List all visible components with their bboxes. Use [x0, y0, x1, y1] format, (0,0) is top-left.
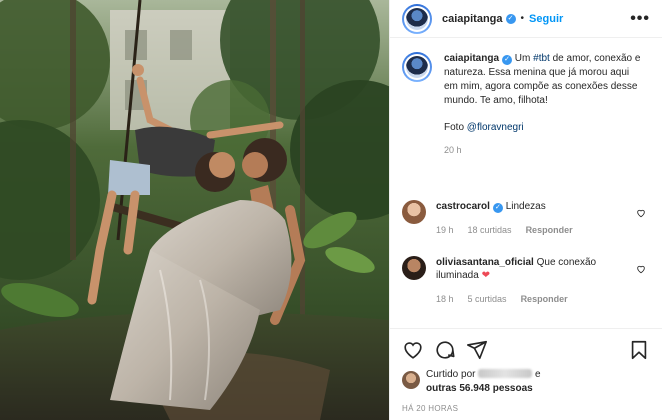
hashtag-link[interactable]: #tbt — [533, 53, 550, 64]
mention-link[interactable]: @floravnegri — [467, 122, 524, 133]
verified-icon: ✓ — [502, 55, 513, 65]
photo-illustration — [0, 0, 389, 420]
verified-icon: ✓ — [492, 203, 503, 213]
liker-avatar[interactable] — [402, 371, 420, 389]
heart-icon[interactable] — [402, 339, 424, 361]
likes-count[interactable]: outras 56.948 pessoas — [426, 383, 533, 394]
comment-time: 18 h — [436, 294, 454, 304]
commenter-avatar[interactable] — [402, 256, 426, 280]
comments-section[interactable]: caiapitanga ✓ Um #tbt de amor, conexão e … — [390, 38, 662, 326]
liked-by-prefix: Curtido por — [426, 369, 476, 380]
comment-item: castrocarol ✓ Lindezas 19 h 18 curtidas R… — [402, 200, 650, 237]
share-icon[interactable] — [466, 339, 488, 361]
verified-icon: ✓ — [505, 13, 516, 24]
post-photo[interactable] — [0, 0, 389, 420]
post-actions: Curtido por e outras 56.948 pessoas HÁ 2… — [390, 328, 662, 413]
author-username[interactable]: caiapitanga — [442, 13, 503, 25]
comment-like-heart-icon[interactable] — [636, 264, 646, 274]
comment-icon[interactable] — [434, 339, 456, 361]
comment-time: 19 h — [436, 225, 454, 235]
blurred-liker-name[interactable] — [478, 369, 533, 378]
comment-likes[interactable]: 5 curtidas — [468, 293, 507, 306]
photo-credit-prefix: Foto — [444, 122, 467, 133]
comment-username[interactable]: castrocarol — [436, 201, 490, 212]
red-heart-emoji: ❤ — [481, 270, 490, 281]
reply-button[interactable]: Responder — [526, 224, 573, 237]
more-options-icon[interactable]: ••• — [630, 10, 650, 28]
comment-item: oliviasantana_oficial Que conexão ilumin… — [402, 256, 650, 306]
commenter-avatar[interactable] — [402, 200, 426, 224]
comment-likes[interactable]: 18 curtidas — [468, 224, 512, 237]
bookmark-icon[interactable] — [628, 339, 650, 361]
reply-button[interactable]: Responder — [521, 293, 568, 306]
caption-avatar[interactable] — [402, 52, 432, 82]
follow-button[interactable]: Seguir — [529, 13, 563, 25]
post-header: caiapitanga ✓ • Seguir ••• — [390, 0, 662, 38]
post-timestamp[interactable]: HÁ 20 HORAS — [402, 404, 650, 413]
post-panel: caiapitanga ✓ • Seguir ••• caiapitanga ✓ … — [389, 0, 662, 420]
comment-username[interactable]: oliviasantana_oficial — [436, 257, 534, 268]
post-caption: caiapitanga ✓ Um #tbt de amor, conexão e … — [402, 52, 650, 157]
header-separator: • — [520, 13, 525, 24]
caption-text-1: Um — [512, 53, 534, 64]
photo-credit: Foto @floravnegri — [444, 121, 644, 135]
comment-text: Lindezas — [505, 201, 546, 212]
caption-username[interactable]: caiapitanga — [444, 53, 499, 64]
likes-connector: e — [535, 369, 541, 380]
likes-summary[interactable]: Curtido por e outras 56.948 pessoas — [402, 368, 650, 396]
comment-like-heart-icon[interactable] — [636, 208, 646, 218]
author-avatar[interactable] — [402, 3, 432, 34]
caption-time: 20 h — [444, 145, 462, 155]
